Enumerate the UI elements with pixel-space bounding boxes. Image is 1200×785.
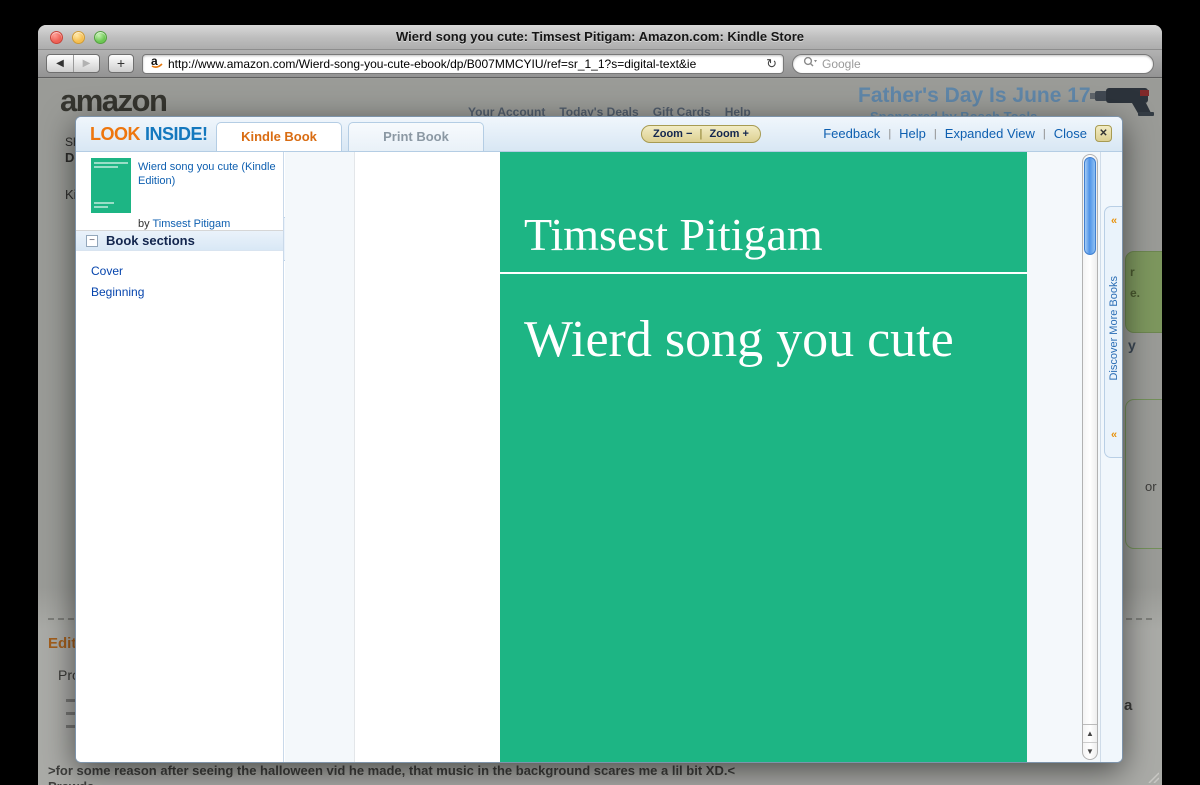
- chevron-left-icon: «: [1111, 215, 1117, 227]
- section-link-beginning[interactable]: Beginning: [91, 285, 144, 299]
- discover-more-books-tab[interactable]: « Discover More Books «: [1104, 206, 1123, 458]
- sidebar-byline: by Timsest Pitigam: [138, 218, 230, 230]
- expanded-view-link[interactable]: Expanded View: [945, 126, 1035, 141]
- book-cover-thumbnail[interactable]: [91, 158, 131, 213]
- back-button[interactable]: ◀: [47, 55, 73, 72]
- scrollbar-thumb[interactable]: [1084, 157, 1096, 255]
- right-column-box: r e.: [1125, 251, 1162, 333]
- book-sections-header: − Book sections: [76, 230, 283, 251]
- text-fragment: e.: [1130, 283, 1162, 304]
- chevron-left-icon: «: [1111, 429, 1117, 441]
- right-column-box: [1125, 399, 1162, 549]
- look-inside-logo: LOOKINSIDE!: [90, 124, 208, 145]
- scroll-down-button[interactable]: ▼: [1083, 742, 1097, 759]
- modal-body: Wierd song you cute (Kindle Edition) by …: [76, 152, 1122, 762]
- inside-label: INSIDE!: [145, 124, 208, 144]
- customer-review-text: >for some reason after seeing the hallow…: [48, 763, 1148, 778]
- new-tab-button[interactable]: +: [108, 54, 134, 73]
- amazon-logo: amazon: [60, 83, 166, 119]
- minimize-window-button[interactable]: [72, 31, 85, 44]
- scroll-up-button[interactable]: ▲: [1083, 725, 1097, 742]
- by-prefix: by: [138, 218, 150, 230]
- book-page: Timsest Pitigam Wierd song you cute: [354, 152, 1027, 762]
- collapse-minus-icon[interactable]: −: [86, 235, 98, 247]
- book-sections-label: Book sections: [106, 233, 195, 248]
- cover-divider-line: [500, 272, 1027, 274]
- discover-more-books-label: Discover More Books: [1108, 276, 1120, 381]
- tab-print-book[interactable]: Print Book: [348, 122, 484, 151]
- fathers-day-promo: Father's Day Is June 17: [858, 84, 1091, 108]
- look-inside-modal: LOOKINSIDE! Kindle Book Print Book Zoom …: [75, 116, 1123, 763]
- refresh-icon[interactable]: ↻: [766, 56, 777, 72]
- text-fragment: or: [1145, 479, 1157, 494]
- zoom-window-button[interactable]: [94, 31, 107, 44]
- right-drawer-column: « Discover More Books «: [1100, 152, 1122, 762]
- forward-button[interactable]: ▶: [73, 55, 99, 72]
- review-author: Prawda: [48, 779, 94, 785]
- cover-title-text: Wierd song you cute: [524, 310, 954, 369]
- help-link[interactable]: Help: [899, 126, 926, 141]
- cover-author-text: Timsest Pitigam: [524, 208, 823, 261]
- book-cover: Timsest Pitigam Wierd song you cute: [500, 152, 1027, 762]
- close-x-button[interactable]: ✕: [1095, 125, 1112, 142]
- zoom-in-button[interactable]: Zoom +: [703, 128, 756, 140]
- sidebar-book-title-link[interactable]: Wierd song you cute (Kindle Edition): [138, 160, 276, 188]
- browser-toolbar: ◀ ▶ + a http://www.amazon.com/Wierd-song…: [38, 50, 1162, 78]
- amazon-favicon: a: [149, 54, 163, 73]
- tab-kindle-book[interactable]: Kindle Book: [216, 122, 342, 151]
- history-nav: ◀ ▶: [46, 54, 100, 73]
- modal-sidebar: Wierd song you cute (Kindle Edition) by …: [76, 152, 284, 762]
- search-magnifier-icon: [803, 55, 817, 73]
- window-title: Wierd song you cute: Timsest Pitigam: Am…: [38, 25, 1162, 49]
- reader-scrollbar[interactable]: ▲ ▼: [1082, 154, 1098, 760]
- paragraph-fragments: [66, 699, 75, 738]
- browser-window: Wierd song you cute: Timsest Pitigam: Am…: [38, 25, 1162, 785]
- amazon-page-dimmed: amazon Your Account Today's Deals Gift C…: [38, 79, 1162, 785]
- modal-header: LOOKINSIDE! Kindle Book Print Book Zoom …: [76, 117, 1122, 152]
- window-controls: [50, 31, 107, 44]
- text-fragment: y: [1128, 337, 1136, 353]
- window-titlebar[interactable]: Wierd song you cute: Timsest Pitigam: Am…: [38, 25, 1162, 50]
- text-fragment: a: [1124, 697, 1132, 714]
- window-resize-grip[interactable]: [1145, 769, 1159, 783]
- feedback-link[interactable]: Feedback: [823, 126, 880, 141]
- zoom-control: Zoom −|Zoom +: [641, 125, 761, 143]
- svg-text:a: a: [151, 54, 158, 68]
- author-link[interactable]: Timsest Pitigam: [152, 218, 230, 230]
- url-text: http://www.amazon.com/Wierd-song-you-cut…: [168, 57, 761, 71]
- close-window-button[interactable]: [50, 31, 63, 44]
- zoom-out-button[interactable]: Zoom −: [646, 128, 699, 140]
- address-bar[interactable]: a http://www.amazon.com/Wierd-song-you-c…: [142, 54, 784, 74]
- look-label: LOOK: [90, 124, 140, 144]
- search-field[interactable]: Google: [792, 54, 1154, 74]
- screen: Wierd song you cute: Timsest Pitigam: Am…: [0, 0, 1200, 785]
- text-fragment: r: [1130, 262, 1162, 283]
- link-divider: |: [934, 128, 937, 140]
- reader-viewport: Timsest Pitigam Wierd song you cute ▲ ▼: [285, 152, 1100, 762]
- section-link-cover[interactable]: Cover: [91, 264, 123, 278]
- modal-links: Feedback | Help | Expanded View | Close …: [823, 125, 1112, 142]
- search-placeholder: Google: [822, 57, 861, 71]
- scrollbar-buttons: ▲ ▼: [1083, 724, 1097, 759]
- link-divider: |: [888, 128, 891, 140]
- link-divider: |: [1043, 128, 1046, 140]
- close-link[interactable]: Close: [1054, 126, 1087, 141]
